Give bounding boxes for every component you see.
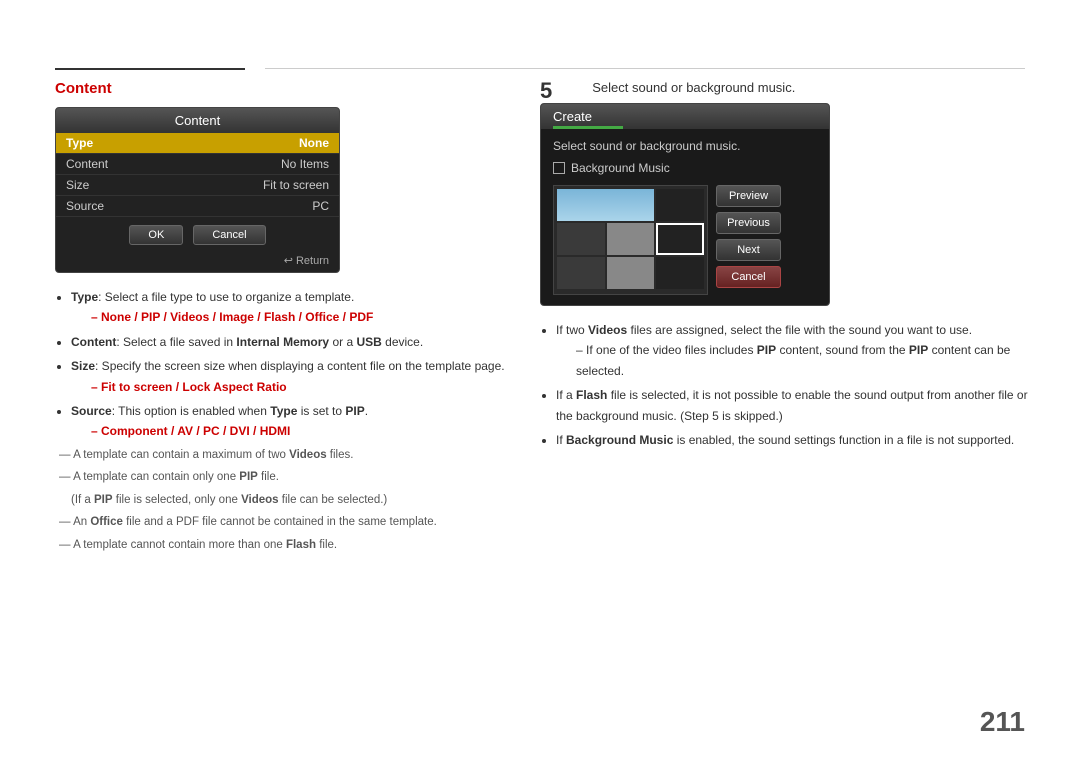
top-divider-right xyxy=(265,68,1025,69)
right-note-bgmusic: If Background Music is enabled, the soun… xyxy=(556,430,1030,450)
next-button[interactable]: Next xyxy=(716,239,781,261)
content-dialog: Content Type None Content No Items Size … xyxy=(55,107,340,273)
preview-button[interactable]: Preview xyxy=(716,185,781,207)
previous-button[interactable]: Previous xyxy=(716,212,781,234)
note-flash: A template cannot contain more than one … xyxy=(59,536,505,556)
step-text: Select sound or background music. xyxy=(592,76,795,95)
bullet-type: Type: Select a file type to use to organ… xyxy=(71,287,505,328)
thumb-mid2 xyxy=(557,257,605,289)
create-instruction: Select sound or background music. xyxy=(553,139,817,153)
green-progress-bar xyxy=(553,126,623,129)
step-header: 5 Select sound or background music. xyxy=(540,80,1030,95)
thumb-light1 xyxy=(607,223,655,255)
create-buttons: Preview Previous Next Cancel xyxy=(716,185,781,295)
type-label: Type xyxy=(66,136,93,150)
content-label: Content xyxy=(66,157,108,171)
source-value: PC xyxy=(312,199,329,213)
cancel-button[interactable]: Cancel xyxy=(193,225,265,245)
dialog-row-content: Content No Items xyxy=(56,154,339,175)
bullet-content: Content: Select a file saved in Internal… xyxy=(71,332,505,352)
source-label: Source xyxy=(66,199,104,213)
checkbox-label: Background Music xyxy=(571,161,670,175)
bullet-type-bold: Type xyxy=(71,290,98,304)
content-value: No Items xyxy=(281,157,329,171)
type-value: None xyxy=(299,136,329,150)
dialog-row-source: Source PC xyxy=(56,196,339,217)
return-label: Return xyxy=(296,255,329,267)
thumb-dark1 xyxy=(656,189,704,221)
size-label: Size xyxy=(66,178,89,192)
dialog-buttons: OK Cancel xyxy=(56,217,339,251)
background-music-checkbox[interactable] xyxy=(553,162,565,174)
thumb-dark2 xyxy=(656,257,704,289)
note-videos: A template can contain a maximum of two … xyxy=(59,446,505,466)
dialog-row-size: Size Fit to screen xyxy=(56,175,339,196)
sub-type: None / PIP / Videos / Image / Flash / Of… xyxy=(71,307,505,327)
sub-size: Fit to screen / Lock Aspect Ratio xyxy=(71,377,505,397)
return-arrow-icon: ↩ xyxy=(284,255,296,267)
thumb-sky xyxy=(557,189,654,221)
thumb-light2 xyxy=(607,257,655,289)
note-pip: A template can contain only one PIP file… xyxy=(59,468,505,488)
section-title: Content xyxy=(55,80,505,97)
create-title: Create xyxy=(541,104,829,129)
thumb-selected xyxy=(656,223,704,255)
right-notes: If two Videos files are assigned, select… xyxy=(540,320,1030,450)
note-office: An Office file and a PDF file cannot be … xyxy=(59,513,505,533)
thumbnail-grid xyxy=(553,185,708,295)
right-note-flash: If a Flash file is selected, it is not p… xyxy=(556,385,1030,426)
cancel-create-button[interactable]: Cancel xyxy=(716,266,781,288)
right-sub-pip: If one of the video files includes PIP c… xyxy=(556,340,1030,381)
ok-button[interactable]: OK xyxy=(129,225,183,245)
step-number: 5 xyxy=(540,80,552,102)
page-number: 211 xyxy=(980,706,1025,738)
checkbox-row[interactable]: Background Music xyxy=(553,161,817,175)
right-note-videos: If two Videos files are assigned, select… xyxy=(556,320,1030,381)
top-divider-left xyxy=(55,68,245,70)
dialog-row-type: Type None xyxy=(56,133,339,154)
left-column: Content Content Type None Content No Ite… xyxy=(55,80,505,558)
create-main-area: Preview Previous Next Cancel xyxy=(553,185,817,295)
size-value: Fit to screen xyxy=(263,178,329,192)
thumb-mid1 xyxy=(557,223,605,255)
create-dialog: Create Select sound or background music.… xyxy=(540,103,830,306)
note-pip-sub: (If a PIP file is selected, only one Vid… xyxy=(71,491,505,511)
bullet-source: Source: This option is enabled when Type… xyxy=(71,401,505,442)
sub-source: Component / AV / PC / DVI / HDMI xyxy=(71,421,505,441)
return-row: ↩ Return xyxy=(56,251,339,272)
create-body: Select sound or background music. Backgr… xyxy=(541,129,829,305)
bullet-size: Size: Specify the screen size when displ… xyxy=(71,356,505,397)
right-column: 5 Select sound or background music. Crea… xyxy=(540,80,1030,454)
dialog-title: Content xyxy=(56,108,339,133)
bullet-section: Type: Select a file type to use to organ… xyxy=(55,287,505,555)
